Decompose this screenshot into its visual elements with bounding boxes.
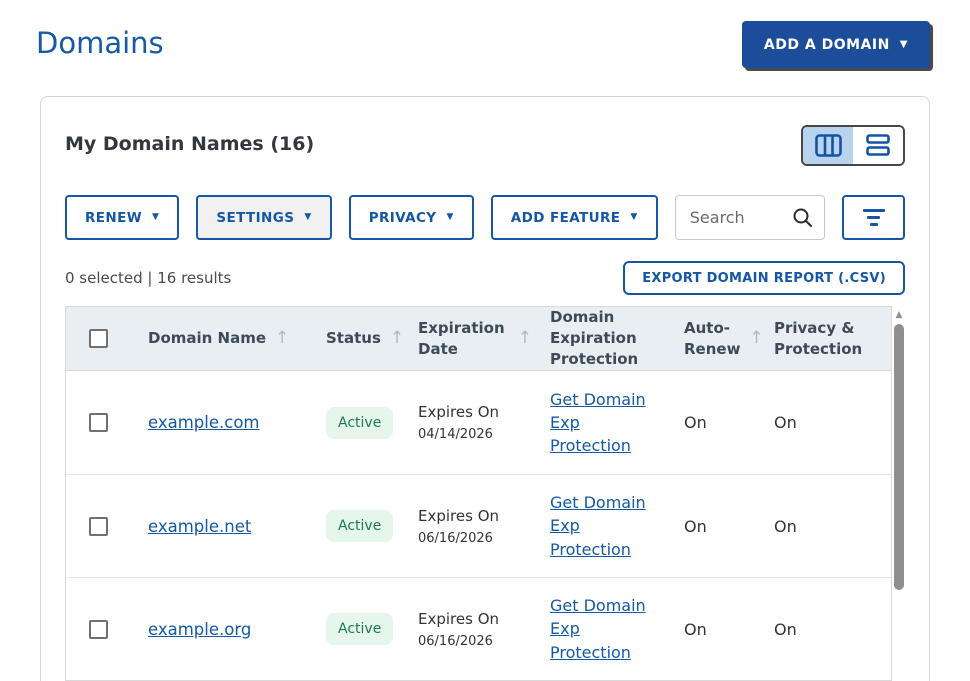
add-domain-label: ADD A DOMAIN: [764, 37, 890, 53]
domains-card: My Domain Names (16): [40, 96, 930, 681]
row-checkbox-cell: [66, 517, 130, 536]
column-header-expiration-date[interactable]: Expiration Date ↑: [400, 318, 532, 360]
privacy-protection-value: On: [774, 413, 797, 432]
table-row: example.org Active Expires On 06/16/2026…: [66, 577, 891, 680]
status-badge: Active: [326, 510, 393, 542]
header-checkbox-cell: [66, 329, 130, 348]
settings-button[interactable]: SETTINGS ▼: [196, 195, 331, 240]
card-title: My Domain Names (16): [65, 121, 905, 155]
auto-renew-value: On: [684, 517, 707, 536]
domain-cell: example.org: [130, 620, 308, 639]
page-title: Domains: [36, 26, 164, 60]
select-all-checkbox[interactable]: [89, 329, 108, 348]
meta-row: 0 selected | 16 results EXPORT DOMAIN RE…: [65, 261, 905, 295]
add-feature-label: ADD FEATURE: [511, 210, 621, 226]
row-checkbox[interactable]: [89, 620, 108, 639]
row-checkbox[interactable]: [89, 517, 108, 536]
expires-on-label: Expires On: [418, 610, 532, 628]
caret-down-icon: ▼: [630, 213, 637, 222]
auto-renew-cell: On: [666, 517, 756, 536]
expiration-date: 04/14/2026: [418, 427, 532, 442]
scrollbar-thumb[interactable]: [894, 324, 904, 590]
export-domain-report-button[interactable]: EXPORT DOMAIN REPORT (.CSV): [623, 261, 905, 295]
auto-renew-value: On: [684, 620, 707, 639]
caret-down-icon: ▼: [900, 40, 908, 50]
row-layout-icon: [866, 134, 890, 157]
domain-link[interactable]: example.org: [148, 620, 251, 639]
domain-link[interactable]: example.net: [148, 517, 251, 536]
settings-label: SETTINGS: [216, 210, 294, 226]
column-header-domain-expiration-protection: Domain Expiration Protection: [532, 307, 666, 370]
auto-renew-cell: On: [666, 620, 756, 639]
column-header-auto-renew[interactable]: Auto-Renew ↑: [666, 318, 756, 360]
get-domain-exp-protection-link[interactable]: Get Domain Exp Protection: [550, 491, 650, 561]
privacy-cell: On: [756, 413, 891, 432]
expires-on-label: Expires On: [418, 403, 532, 421]
caret-down-icon: ▼: [446, 213, 453, 222]
renew-button[interactable]: RENEW ▼: [65, 195, 179, 240]
protection-cell: Get Domain Exp Protection: [532, 388, 666, 458]
auto-renew-value: On: [684, 413, 707, 432]
row-view-button[interactable]: [853, 127, 903, 164]
view-toggle: [801, 125, 905, 166]
privacy-button[interactable]: PRIVACY ▼: [349, 195, 474, 240]
status-badge: Active: [326, 407, 393, 439]
protection-cell: Get Domain Exp Protection: [532, 491, 666, 561]
status-cell: Active: [308, 613, 400, 645]
expires-on-label: Expires On: [418, 507, 532, 525]
privacy-label: PRIVACY: [369, 210, 437, 226]
privacy-cell: On: [756, 517, 891, 536]
get-domain-exp-protection-link[interactable]: Get Domain Exp Protection: [550, 594, 650, 664]
selection-summary: 0 selected | 16 results: [65, 269, 231, 287]
domains-page: Domains ADD A DOMAIN ▼ My Domain Names (…: [0, 0, 970, 681]
column-layout-icon: [815, 134, 842, 157]
domains-table: Domain Name ↑ Status ↑ Expiration Date ↑…: [65, 306, 905, 681]
column-view-button[interactable]: [803, 127, 853, 164]
table-row: example.net Active Expires On 06/16/2026…: [66, 474, 891, 577]
table-scrollbar[interactable]: ▲: [893, 307, 905, 681]
privacy-cell: On: [756, 620, 891, 639]
scroll-up-arrow-icon[interactable]: ▲: [893, 309, 905, 321]
sort-arrow-icon[interactable]: ↑: [518, 327, 532, 351]
add-domain-button[interactable]: ADD A DOMAIN ▼: [742, 21, 930, 68]
protection-cell: Get Domain Exp Protection: [532, 594, 666, 664]
expiration-date: 06/16/2026: [418, 531, 532, 546]
privacy-protection-value: On: [774, 620, 797, 639]
table-row: example.com Active Expires On 04/14/2026…: [66, 371, 891, 474]
sort-arrow-icon[interactable]: ↑: [275, 327, 289, 351]
table-header-row: Domain Name ↑ Status ↑ Expiration Date ↑…: [66, 307, 891, 371]
expiration-cell: Expires On 04/14/2026: [400, 403, 532, 442]
table-body: example.com Active Expires On 04/14/2026…: [66, 371, 891, 680]
status-cell: Active: [308, 407, 400, 439]
row-checkbox[interactable]: [89, 413, 108, 432]
page-header: Domains ADD A DOMAIN ▼: [0, 0, 970, 96]
get-domain-exp-protection-link[interactable]: Get Domain Exp Protection: [550, 388, 650, 458]
column-header-status[interactable]: Status ↑: [308, 327, 400, 351]
add-feature-button[interactable]: ADD FEATURE ▼: [491, 195, 658, 240]
expiration-cell: Expires On 06/16/2026: [400, 610, 532, 649]
row-checkbox-cell: [66, 413, 130, 432]
caret-down-icon: ▼: [304, 213, 311, 222]
search-box: [675, 195, 825, 240]
domain-cell: example.com: [130, 413, 308, 432]
column-header-domain-name[interactable]: Domain Name ↑: [130, 327, 308, 351]
privacy-protection-value: On: [774, 517, 797, 536]
row-checkbox-cell: [66, 620, 130, 639]
search-icon: [792, 207, 813, 228]
toolbar: RENEW ▼ SETTINGS ▼ PRIVACY ▼ ADD FEATURE…: [65, 195, 905, 240]
caret-down-icon: ▼: [152, 213, 159, 222]
card-head: My Domain Names (16): [65, 121, 905, 191]
filter-icon: [863, 209, 885, 212]
expiration-cell: Expires On 06/16/2026: [400, 507, 532, 546]
domain-cell: example.net: [130, 517, 308, 536]
renew-label: RENEW: [85, 210, 142, 226]
auto-renew-cell: On: [666, 413, 756, 432]
status-badge: Active: [326, 613, 393, 645]
status-cell: Active: [308, 510, 400, 542]
expiration-date: 06/16/2026: [418, 634, 532, 649]
column-header-privacy-protection: Privacy & Protection: [756, 318, 891, 360]
domain-link[interactable]: example.com: [148, 413, 260, 432]
filter-button[interactable]: [842, 195, 905, 240]
